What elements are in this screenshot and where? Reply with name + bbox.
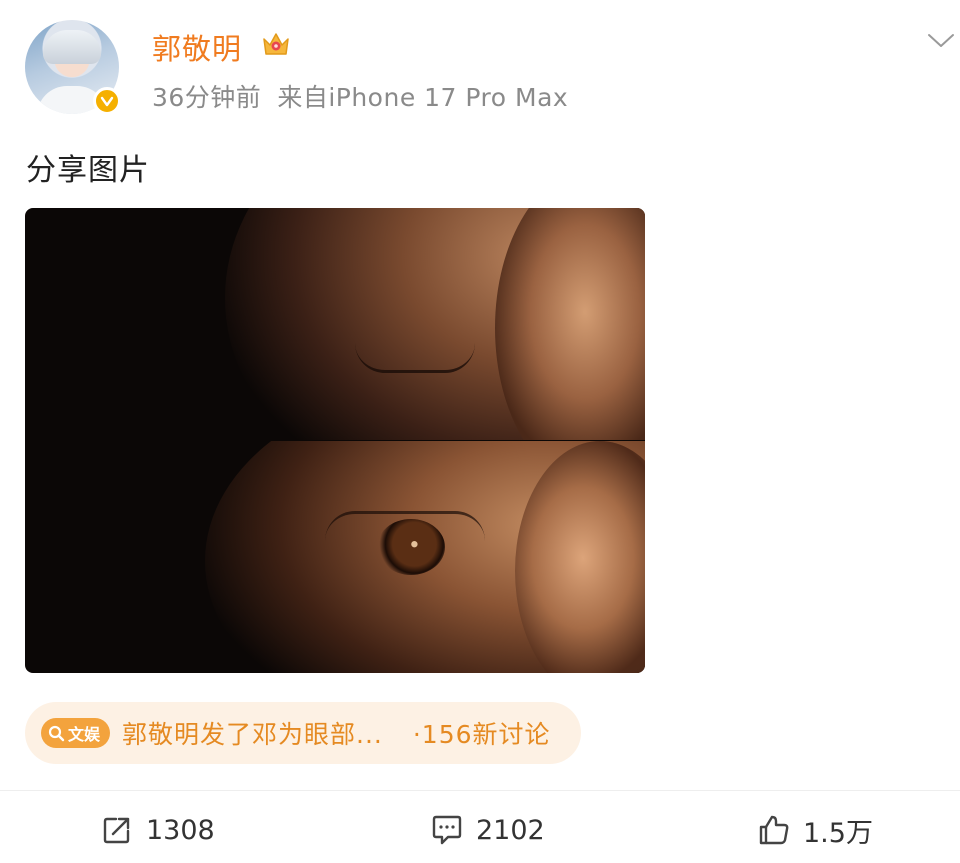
image-top-nose <box>495 208 645 440</box>
topic-badge: 文娱 <box>41 718 111 748</box>
divider <box>0 790 960 791</box>
image-top-panel <box>25 208 645 440</box>
post-meta: 36分钟前 来自iPhone 17 Pro Max <box>152 78 568 114</box>
action-bar: 1308 2102 1.5万 <box>0 800 960 860</box>
image-bottom-panel <box>25 441 645 673</box>
topic-title: 郭敬明发了邓为眼部... <box>122 720 383 749</box>
topic-link[interactable]: 文娱 郭敬明发了邓为眼部... ·156新讨论 <box>25 702 581 764</box>
post-image[interactable] <box>25 208 645 673</box>
comment-icon <box>432 815 462 845</box>
post-source: 来自iPhone 17 Pro Max <box>277 83 569 112</box>
repost-icon <box>103 817 130 844</box>
avatar-hair <box>43 30 101 64</box>
repost-count: 1308 <box>146 814 215 846</box>
image-top-lash <box>355 343 475 373</box>
username[interactable]: 郭敬明 <box>152 26 242 68</box>
post-text: 分享图片 <box>26 153 150 188</box>
like-button[interactable]: 1.5万 <box>757 808 873 852</box>
image-bottom-eye <box>377 519 445 575</box>
comment-button[interactable]: 2102 <box>430 808 545 852</box>
chevron-down-icon[interactable] <box>926 30 956 50</box>
post-time: 36分钟前 <box>152 83 262 112</box>
search-icon <box>48 725 65 742</box>
vip-crown-icon <box>263 33 289 55</box>
repost-button[interactable]: 1308 <box>100 808 215 852</box>
topic-badge-label: 文娱 <box>68 725 101 744</box>
post-header: 郭敬明 36分钟前 来自iPhone 17 Pro Max <box>0 0 960 130</box>
comment-count: 2102 <box>476 814 545 846</box>
like-count: 1.5万 <box>803 817 873 849</box>
thumbs-up-icon <box>759 815 789 845</box>
verified-badge-icon <box>93 87 121 115</box>
topic-count: ·156新讨论 <box>412 720 551 749</box>
